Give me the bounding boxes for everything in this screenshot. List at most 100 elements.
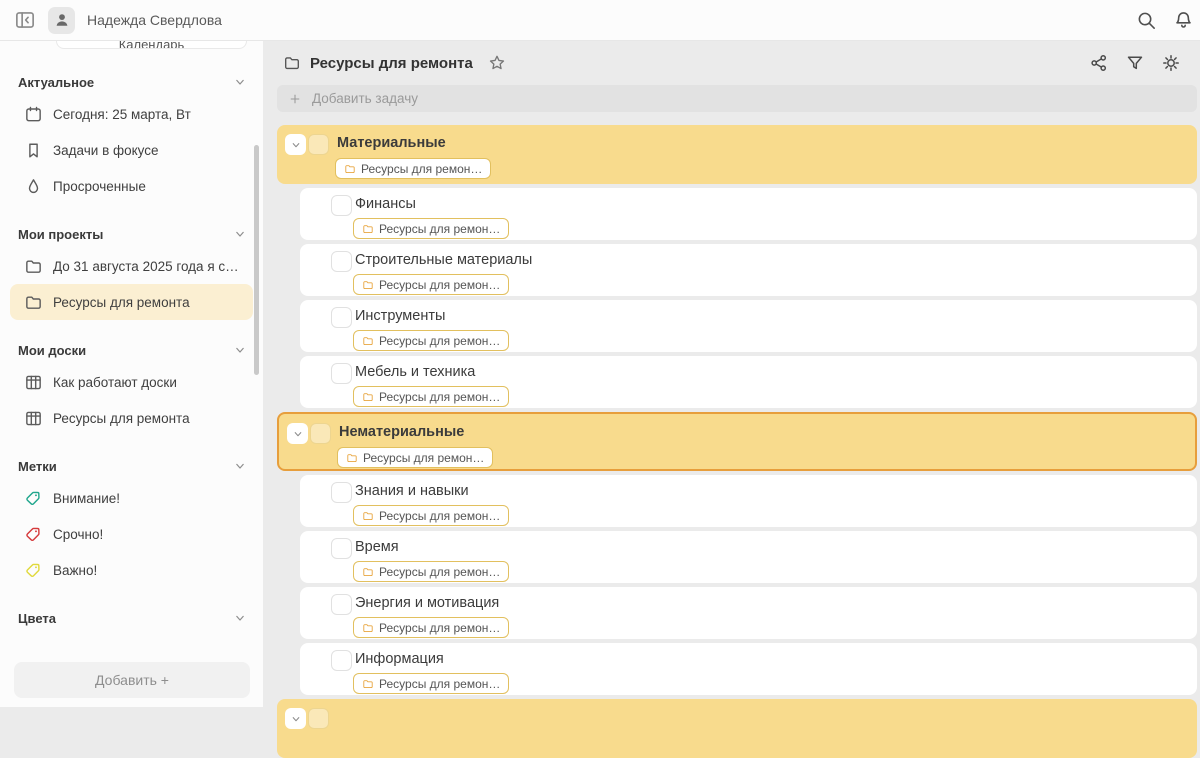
project-tag-chip[interactable]: Ресурсы для ремон…	[353, 386, 509, 407]
project-tag-chip[interactable]: Ресурсы для ремон…	[353, 505, 509, 526]
task-checkbox[interactable]	[308, 134, 329, 155]
task-group-row[interactable]: НематериальныеРесурсы для ремон…	[277, 412, 1197, 471]
add-task-input[interactable]: Добавить задачу	[277, 85, 1197, 112]
sidebar-item-label: Срочно!	[53, 527, 103, 542]
task-checkbox[interactable]	[308, 708, 329, 729]
sidebar-section-header[interactable]: Актуальное	[13, 68, 250, 96]
sidebar-item[interactable]: Срочно!	[10, 516, 253, 552]
sidebar-item[interactable]: Ресурсы для ремонта	[10, 400, 253, 436]
task-title: Мебель и техника	[355, 364, 475, 380]
sidebar-item-label: Как работают доски	[53, 375, 177, 390]
add-project-button[interactable]: Добавить +	[14, 662, 250, 698]
task-title: Инструменты	[355, 308, 445, 324]
sidebar-item[interactable]: Задачи в фокусе	[10, 132, 253, 168]
sidebar-scrollbar[interactable]	[254, 145, 259, 375]
user-name: Надежда Свердлова	[87, 12, 222, 28]
chip-label: Ресурсы для ремон…	[379, 677, 500, 691]
bell-icon[interactable]	[1173, 10, 1194, 31]
task-title: Энергия и мотивация	[355, 595, 499, 611]
task-row[interactable]: Знания и навыки Ресурсы для ремон…	[300, 475, 1197, 527]
chip-label: Ресурсы для ремон…	[363, 451, 484, 465]
section-label: Актуальное	[18, 75, 94, 90]
task-row[interactable]: Информация Ресурсы для ремон…	[300, 643, 1197, 695]
sidebar-item[interactable]: Сегодня: 25 марта, Вт	[10, 96, 253, 132]
sidebar: Календарь АктуальноеСегодня: 25 марта, В…	[0, 41, 263, 707]
sidebar-item-label: Просроченные	[53, 179, 146, 194]
avatar[interactable]	[48, 7, 75, 34]
project-header: Ресурсы для ремонта	[277, 41, 1197, 85]
project-tag-chip[interactable]: Ресурсы для ремон…	[337, 447, 493, 468]
sidebar-section-header[interactable]: Метки	[13, 452, 250, 480]
project-tag-chip[interactable]: Ресурсы для ремон…	[353, 330, 509, 351]
task-group-row[interactable]: Материальные Ресурсы для ремон…	[277, 125, 1197, 184]
chevron-down-icon[interactable]	[232, 458, 248, 474]
project-tag-chip[interactable]: Ресурсы для ремон…	[353, 617, 509, 638]
sidebar-section-header[interactable]: Мои доски	[13, 336, 250, 364]
task-row[interactable]: Строительные материалыРесурсы для ремон…	[300, 244, 1197, 296]
folder-icon	[24, 293, 43, 312]
task-title: Информация	[355, 651, 444, 667]
task-row[interactable]: Инструменты Ресурсы для ремон…	[300, 300, 1197, 352]
chevron-down-icon[interactable]	[232, 226, 248, 242]
chevron-down-icon[interactable]	[232, 342, 248, 358]
sidebar-item[interactable]: Внимание!	[10, 480, 253, 516]
sidebar-item[interactable]: Как работают доски	[10, 364, 253, 400]
gear-icon[interactable]	[1161, 53, 1181, 73]
sidebar-item-label: Ресурсы для ремонта	[53, 411, 190, 426]
collapse-group-icon[interactable]	[287, 423, 308, 444]
filter-icon[interactable]	[1125, 53, 1145, 73]
collapse-group-icon[interactable]	[285, 708, 306, 729]
sidebar-section-header[interactable]: Цвета	[13, 604, 250, 632]
add-task-placeholder: Добавить задачу	[312, 91, 418, 106]
task-title: Знания и навыки	[355, 483, 469, 499]
section-label: Цвета	[18, 611, 56, 626]
task-checkbox[interactable]	[331, 594, 352, 615]
star-icon[interactable]	[488, 54, 506, 72]
task-title: Материальные	[337, 135, 446, 151]
sidebar-item[interactable]: До 31 августа 2025 года я сдел…	[10, 248, 253, 284]
task-checkbox[interactable]	[331, 363, 352, 384]
task-row[interactable]: Финансы Ресурсы для ремон…	[300, 188, 1197, 240]
project-tag-chip[interactable]: Ресурсы для ремон…	[353, 274, 509, 295]
project-tag-chip[interactable]: Ресурсы для ремон…	[353, 218, 509, 239]
sidebar-section-header[interactable]: Мои проекты	[13, 220, 250, 248]
task-checkbox[interactable]	[331, 650, 352, 671]
task-checkbox[interactable]	[331, 482, 352, 503]
task-checkbox[interactable]	[331, 251, 352, 272]
chip-label: Ресурсы для ремон…	[379, 509, 500, 523]
project-tag-chip[interactable]: Ресурсы для ремон…	[353, 561, 509, 582]
bookmark-icon	[24, 141, 43, 160]
project-tag-chip[interactable]: Ресурсы для ремон…	[353, 673, 509, 694]
task-title: Время	[355, 539, 399, 555]
collapse-sidebar-icon[interactable]	[14, 9, 36, 31]
sidebar-item-label: Внимание!	[53, 491, 120, 506]
task-row[interactable]: Энергия и мотивация Ресурсы для ремон…	[300, 587, 1197, 639]
sidebar-item[interactable]: Ресурсы для ремонта	[10, 284, 253, 320]
chip-label: Ресурсы для ремон…	[379, 334, 500, 348]
task-group-row[interactable]	[277, 699, 1197, 758]
chip-label: Ресурсы для ремон…	[379, 278, 500, 292]
task-row[interactable]: Мебель и техника Ресурсы для ремон…	[300, 356, 1197, 408]
project-tag-chip[interactable]: Ресурсы для ремон…	[335, 158, 491, 179]
share-icon[interactable]	[1089, 53, 1109, 73]
sidebar-item-label: Сегодня: 25 марта, Вт	[53, 107, 191, 122]
tag-icon	[24, 489, 43, 508]
sidebar-item[interactable]: Важно!	[10, 552, 253, 588]
folder-icon	[24, 257, 43, 276]
collapse-group-icon[interactable]	[285, 134, 306, 155]
task-checkbox[interactable]	[310, 423, 331, 444]
task-title: Финансы	[355, 196, 416, 212]
task-checkbox[interactable]	[331, 195, 352, 216]
chip-label: Ресурсы для ремон…	[379, 222, 500, 236]
tag-icon	[24, 561, 43, 580]
folder-icon	[362, 510, 374, 522]
folder-icon	[362, 678, 374, 690]
task-row[interactable]: Время Ресурсы для ремон…	[300, 531, 1197, 583]
chevron-down-icon[interactable]	[232, 74, 248, 90]
task-checkbox[interactable]	[331, 307, 352, 328]
sidebar-item[interactable]: Просроченные	[10, 168, 253, 204]
chevron-down-icon[interactable]	[232, 610, 248, 626]
search-icon[interactable]	[1136, 10, 1157, 31]
folder-icon	[362, 622, 374, 634]
task-checkbox[interactable]	[331, 538, 352, 559]
